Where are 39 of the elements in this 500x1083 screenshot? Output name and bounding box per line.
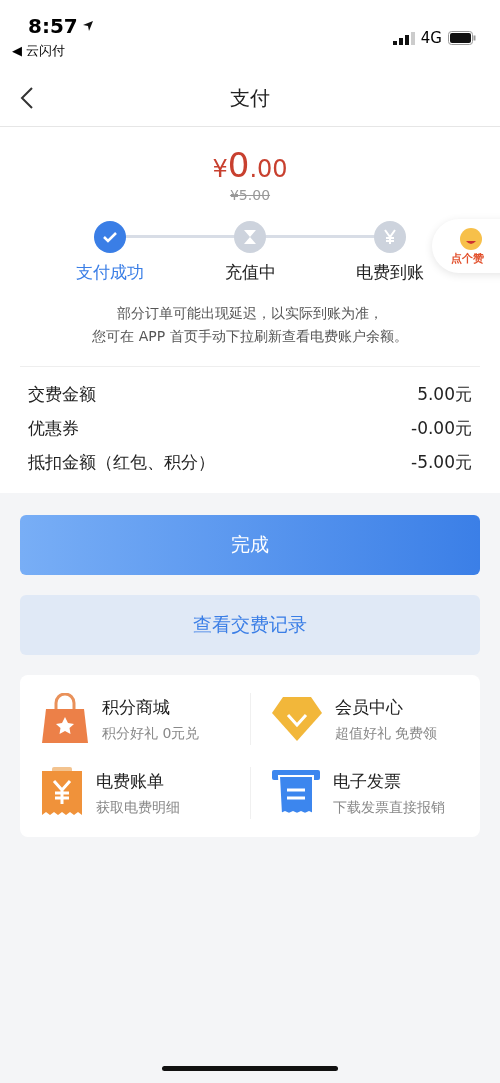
service-item[interactable]: 电费账单 获取电费明细 (20, 767, 250, 819)
service-subtitle: 超值好礼 免费领 (335, 724, 438, 743)
detail-value: -0.00元 (411, 416, 472, 440)
step-label: 充值中 (224, 261, 276, 284)
detail-label: 优惠券 (28, 416, 79, 440)
like-badge[interactable]: 点个赞 (432, 219, 500, 273)
signal-icon (392, 31, 415, 45)
diamond-icon (271, 695, 323, 743)
detail-value: 5.00元 (417, 382, 472, 406)
step-label: 电费到账 (356, 261, 424, 284)
detail-label: 抵扣金额（红包、积分） (28, 450, 215, 474)
detail-label: 交费金额 (28, 382, 96, 406)
yen-icon (383, 229, 397, 245)
network-type: 4G (420, 29, 442, 47)
service-title: 积分商城 (102, 695, 171, 719)
shopping-bag-icon (40, 693, 90, 745)
service-title: 电费账单 (96, 769, 165, 793)
notice-text: 部分订单可能出现延迟，以实际到账为准， 您可在 APP 首页手动下拉刷新查看电费账户余额。 (92, 304, 408, 346)
service-item[interactable]: 积分商城 积分好礼 0元兑 (20, 693, 250, 745)
battery-icon (448, 31, 476, 45)
step-label: 支付成功 (76, 261, 144, 284)
back-to-app-link[interactable]: ◀ 云闪付 (12, 42, 94, 60)
hourglass-icon (243, 229, 257, 245)
service-subtitle: 获取电费明细 (96, 798, 180, 817)
service-title: 会员中心 (335, 695, 404, 719)
smiley-icon (459, 226, 483, 251)
service-subtitle: 积分好礼 0元兑 (102, 724, 200, 743)
detail-value: -5.00元 (411, 450, 472, 474)
check-icon (102, 229, 118, 245)
service-title: 电子发票 (333, 769, 402, 793)
service-item[interactable]: 会员中心 超值好礼 免费领 (250, 693, 480, 745)
location-arrow-icon (81, 20, 94, 32)
page-title: 支付 (230, 84, 270, 112)
status-time: 8:57 (12, 14, 94, 38)
back-icon[interactable] (20, 86, 34, 110)
service-item[interactable]: 电子发票 下载发票直接报销 (250, 767, 480, 819)
original-price: ¥5.00 (229, 187, 271, 203)
paid-amount: ¥0.00 (212, 145, 288, 185)
service-subtitle: 下载发票直接报销 (333, 798, 445, 817)
